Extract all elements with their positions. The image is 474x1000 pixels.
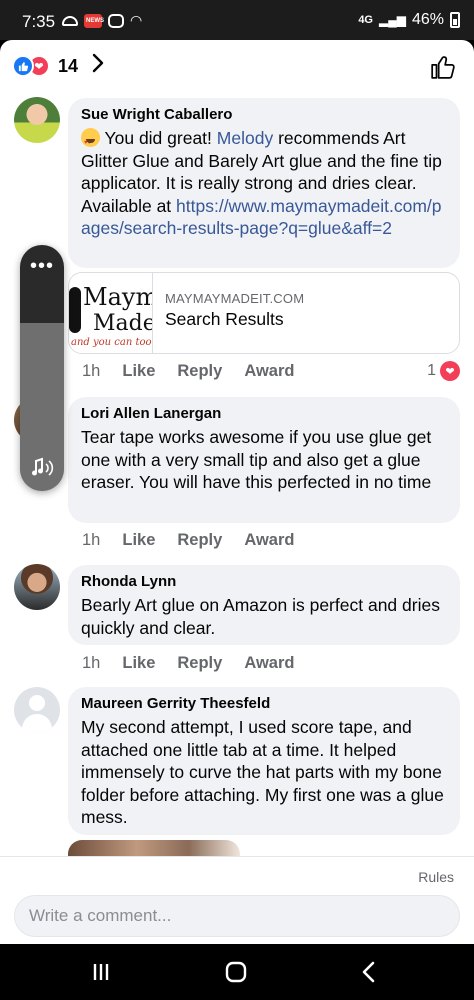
- like-button[interactable]: Like: [122, 362, 155, 381]
- comment-time: 1h: [82, 531, 101, 549]
- heart-eyes-emoji-icon: [81, 128, 100, 155]
- system-nav-bar: [0, 944, 474, 1000]
- award-button[interactable]: Award: [244, 654, 294, 673]
- comment-bubble: Sue Wright Caballero You did great! Melo…: [68, 98, 460, 268]
- reaction-count: 14: [58, 55, 79, 76]
- comment-author[interactable]: Rhonda Lynn: [81, 573, 447, 590]
- logo-silhouette: [69, 287, 81, 333]
- link-preview-thumbnail: Maym Made and you can too: [69, 273, 153, 353]
- comment-actions: 1h Like Reply Award: [82, 531, 316, 550]
- battery-icon: [450, 12, 460, 28]
- wifi-icon: ◠: [130, 12, 143, 28]
- home-icon[interactable]: [221, 958, 251, 986]
- comment-reaction-count: 1: [427, 362, 436, 379]
- avatar[interactable]: [14, 97, 60, 143]
- reply-button[interactable]: Reply: [177, 362, 222, 381]
- comment-text-part: You did great!: [104, 128, 217, 148]
- avatar[interactable]: [14, 564, 60, 610]
- comment-bubble: Maureen Gerrity Theesfeld My second atte…: [68, 687, 460, 835]
- comment-bubble: Rhonda Lynn Bearly Art glue on Amazon is…: [68, 565, 460, 645]
- comment-time: 1h: [82, 362, 101, 380]
- like-outline-icon[interactable]: [430, 54, 456, 80]
- link-preview-card[interactable]: Maym Made and you can too MAYMAYMADEIT.C…: [68, 272, 460, 354]
- heart-icon: ❤: [440, 361, 460, 381]
- link-preview-title: Search Results: [165, 309, 284, 329]
- mention-link[interactable]: Melody: [217, 128, 273, 148]
- comment-text: Tear tape works awesome if you use glue …: [81, 427, 432, 492]
- thumb-text-3: and you can too: [71, 337, 152, 348]
- reactions-summary[interactable]: ❤ 14: [12, 52, 104, 80]
- status-time: 7:35: [22, 12, 56, 31]
- news-app-icon: NEWS: [84, 13, 104, 28]
- comment-text: You did great! Melody recommends Art Gli…: [81, 127, 447, 240]
- comment-bubble: Lori Allen Lanergan Tear tape works awes…: [68, 397, 460, 523]
- comment-author[interactable]: Maureen Gerrity Theesfeld: [81, 695, 447, 712]
- chevron-right-icon: [92, 53, 104, 79]
- like-button[interactable]: Like: [122, 531, 155, 550]
- status-bar: 7:35 NEWS ◠ 4G ▂▄▆ 46%: [0, 0, 474, 40]
- reply-button[interactable]: Reply: [177, 531, 222, 550]
- instagram-icon: [108, 13, 124, 28]
- more-options-icon[interactable]: •••: [20, 255, 64, 278]
- comment-input[interactable]: [14, 895, 460, 937]
- comment-text: My second attempt, I used score tape, an…: [81, 717, 444, 827]
- comment-actions: 1h Like Reply Award: [82, 362, 316, 381]
- reply-button[interactable]: Reply: [177, 654, 222, 673]
- battery-percent: 46%: [411, 11, 444, 28]
- thumb-text-2: Made: [93, 311, 153, 336]
- award-button[interactable]: Award: [244, 362, 294, 381]
- comment-composer-area: Rules: [0, 856, 474, 944]
- award-button[interactable]: Award: [244, 531, 294, 550]
- status-notification-icons: NEWS ◠: [62, 12, 142, 29]
- thumb-text-1: Maym: [83, 283, 153, 311]
- thumbs-up-icon: [12, 55, 34, 77]
- back-icon[interactable]: [354, 958, 384, 986]
- comment-time: 1h: [82, 654, 101, 672]
- floating-sound-panel[interactable]: •••: [20, 245, 64, 491]
- comment-text: Bearly Art glue on Amazon is perfect and…: [81, 595, 440, 638]
- comment-author[interactable]: Sue Wright Caballero: [81, 106, 447, 123]
- comment-reactions[interactable]: 1 ❤: [427, 361, 460, 381]
- rules-link[interactable]: Rules: [418, 869, 454, 885]
- cloud-icon: [62, 15, 78, 26]
- like-button[interactable]: Like: [122, 654, 155, 673]
- comments-sheet: ❤ 14 Sue Wright Caballero You did great!…: [0, 40, 474, 944]
- link-preview-domain: MAYMAYMADEIT.COM: [165, 291, 305, 306]
- avatar[interactable]: [14, 687, 60, 733]
- comment-actions: 1h Like Reply Award: [82, 654, 316, 673]
- signal-icon: ▂▄▆: [379, 13, 406, 27]
- recent-apps-icon[interactable]: [86, 958, 116, 986]
- comment-author[interactable]: Lori Allen Lanergan: [81, 405, 447, 422]
- music-note-icon[interactable]: [30, 455, 56, 481]
- network-label: 4G: [358, 14, 373, 26]
